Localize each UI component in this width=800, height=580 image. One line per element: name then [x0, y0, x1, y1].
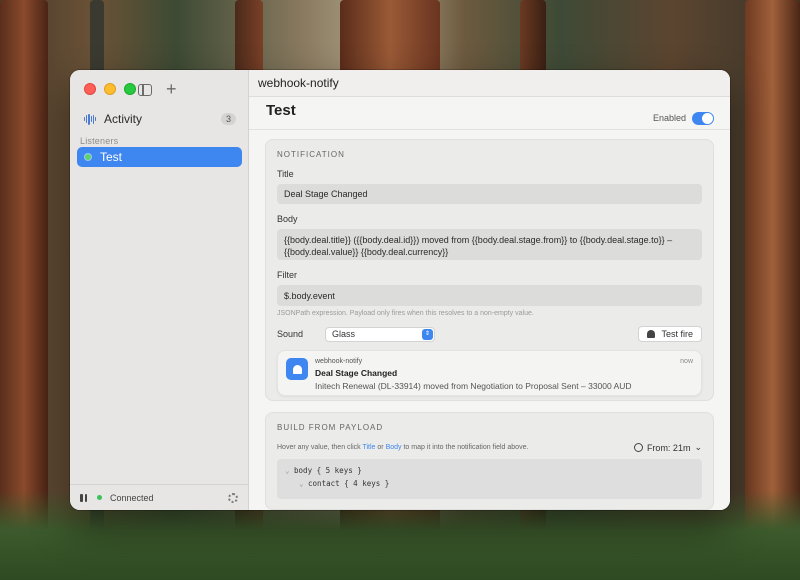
listener-status-dot: [85, 154, 91, 160]
app-bell-icon: [286, 358, 308, 380]
tree-row[interactable]: ⌄ body { 5 keys }: [285, 464, 694, 477]
chevron-down-icon: ⌄: [694, 442, 702, 452]
enabled-toggle[interactable]: [692, 111, 714, 125]
page-header: Test Enabled: [249, 97, 730, 130]
build-hint: Hover any value, then click Title or Bod…: [277, 442, 702, 453]
pause-icon[interactable]: [80, 493, 87, 502]
listeners-section-label: Listeners: [80, 136, 119, 146]
body-label: Body: [277, 214, 298, 224]
filter-field[interactable]: $.body.event: [277, 285, 702, 306]
filter-label: Filter: [277, 270, 297, 280]
test-fire-button[interactable]: Test fire: [638, 326, 702, 342]
filter-hint: JSONPath expression. Payload only fires …: [277, 310, 534, 317]
window-controls: [84, 83, 136, 95]
sidebar-item-activity[interactable]: Activity 3: [80, 108, 240, 130]
history-icon: [633, 443, 643, 452]
gear-icon[interactable]: [228, 492, 238, 503]
chevron-updown-icon: ⇕: [422, 328, 434, 340]
from-time-dropdown[interactable]: From: 21m ⌄: [633, 442, 702, 453]
sidebar-item-test[interactable]: Test: [77, 147, 242, 167]
build-card: BUILD FROM PAYLOAD Hover any value, then…: [265, 412, 714, 510]
waveform-icon: [84, 113, 97, 125]
sound-select[interactable]: Glass ⇕: [325, 326, 436, 342]
enabled-label: Enabled: [652, 113, 686, 124]
sidebar: + Activity 3 Listeners Test Connected: [70, 70, 249, 510]
from-time-label: From: 21m: [646, 442, 691, 453]
notification-heading: NOTIFICATION: [277, 150, 345, 159]
preview-time: now: [680, 358, 693, 365]
activity-count-badge: 3: [220, 113, 236, 125]
title-field[interactable]: Deal Stage Changed: [277, 184, 702, 204]
window-title: webhook-notify: [249, 70, 730, 98]
connection-status-dot: [97, 495, 102, 500]
minimize-window-button[interactable]: [104, 83, 116, 95]
notification-card: NOTIFICATION Title Deal Stage Changed Bo…: [265, 139, 714, 401]
build-heading: BUILD FROM PAYLOAD: [277, 423, 384, 432]
sidebar-item-label: Test: [100, 150, 123, 164]
add-listener-icon[interactable]: +: [166, 80, 177, 98]
preview-app-name: webhook-notify: [315, 358, 363, 365]
notification-preview: webhook-notify Deal Stage Changed Initec…: [277, 350, 702, 396]
payload-tree: ⌄ body { 5 keys } ⌄ contact { 4 keys }: [277, 459, 702, 499]
enabled-control: Enabled: [652, 111, 714, 125]
connection-status-text: Connected: [110, 492, 154, 503]
bell-icon: [647, 330, 656, 338]
sound-row: Sound Glass ⇕ Test fire: [277, 326, 702, 342]
test-fire-label: Test fire: [661, 329, 693, 339]
preview-body: Initech Renewal (DL-33914) moved from Ne…: [315, 381, 632, 391]
build-hint-text: Hover any value, then click Title or Bod…: [277, 444, 529, 451]
main-panel: webhook-notify Test Enabled NOTIFICATION…: [249, 70, 730, 510]
sidebar-footer: Connected: [70, 484, 248, 510]
window-title-text: webhook-notify: [258, 76, 339, 91]
sound-select-value: Glass: [332, 329, 356, 339]
body-field[interactable]: {{body.deal.title}} ({{body.deal.id}}) m…: [277, 229, 702, 260]
tree-row[interactable]: ⌄ contact { 4 keys }: [285, 477, 694, 490]
title-label: Title: [277, 169, 294, 179]
close-window-button[interactable]: [84, 83, 96, 95]
maximize-window-button[interactable]: [124, 83, 136, 95]
app-window: + Activity 3 Listeners Test Connected we…: [70, 70, 730, 510]
sound-label: Sound: [277, 329, 304, 339]
preview-title: Deal Stage Changed: [315, 368, 398, 378]
sidebar-item-label: Activity: [104, 112, 143, 126]
sidebar-toggle-icon[interactable]: [138, 84, 152, 96]
page-title: Test: [266, 101, 296, 119]
